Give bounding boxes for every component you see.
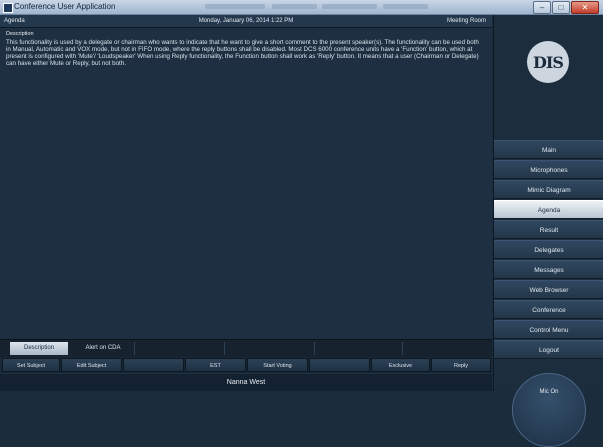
tab-empty	[134, 342, 225, 355]
window-titlebar: Conference User Application – □ ✕	[0, 0, 603, 15]
sidebar-item-control-menu[interactable]: Control Menu	[494, 320, 603, 339]
empty-button[interactable]	[309, 358, 370, 372]
start-voting-button[interactable]: Start Voting	[247, 358, 308, 372]
description-heading: Description	[6, 31, 34, 37]
description-text: This functionality is used by a delegate…	[6, 39, 479, 67]
exclusive-button[interactable]: Exclusive	[371, 358, 430, 372]
reply-button[interactable]: Reply	[431, 358, 491, 372]
blurred-tab	[272, 4, 317, 9]
blurred-tab	[383, 4, 428, 9]
sidebar-item-main[interactable]: Main	[494, 140, 603, 159]
logo-text: DIS	[533, 52, 564, 72]
tab-description[interactable]: Description	[10, 342, 68, 355]
minimize-icon[interactable]: –	[533, 1, 551, 14]
mic-on-button[interactable]: Mic On	[512, 373, 586, 447]
app-icon	[3, 3, 13, 13]
sidebar-item-delegates[interactable]: Delegates	[494, 240, 603, 259]
window-controls: – □ ✕	[533, 1, 599, 14]
user-name: Nanna West	[226, 379, 266, 386]
company-logo: DIS	[527, 41, 569, 83]
mic-label: Mic On	[539, 389, 559, 395]
blurred-tab	[205, 4, 265, 9]
sidebar-item-agenda[interactable]: Agenda	[494, 200, 603, 219]
sidebar-item-logout[interactable]: Logout	[494, 340, 603, 359]
page-header: Agenda Monday, January 06, 2014 1:22 PM …	[0, 15, 492, 28]
sidebar-item-conference[interactable]: Conference	[494, 300, 603, 319]
command-bar: Set Subject Edit Subject EST Start Votin…	[0, 357, 492, 373]
window-title: Conference User Application	[14, 2, 116, 11]
sidebar-menu: Main Microphones Mimic Diagram Agenda Re…	[494, 140, 603, 360]
sidebar: DIS Main Microphones Mimic Diagram Agend…	[493, 15, 603, 447]
sidebar-item-web-browser[interactable]: Web Browser	[494, 280, 603, 299]
main-panel	[0, 15, 492, 391]
empty-button[interactable]	[123, 358, 184, 372]
sidebar-item-mimic-diagram[interactable]: Mimic Diagram	[494, 180, 603, 199]
sidebar-item-messages[interactable]: Messages	[494, 260, 603, 279]
close-icon[interactable]: ✕	[571, 1, 599, 14]
tab-empty	[402, 342, 493, 355]
sidebar-item-result[interactable]: Result	[494, 220, 603, 239]
blurred-tab	[322, 4, 377, 9]
meeting-room: Meeting Room	[446, 18, 486, 24]
edit-subject-button[interactable]: Edit Subject	[61, 358, 122, 372]
tab-bar: Description Alert on CDA	[0, 339, 492, 357]
status-bar: Nanna West	[0, 374, 492, 391]
set-subject-button[interactable]: Set Subject	[2, 358, 60, 372]
date-time: Monday, January 06, 2014 1:22 PM	[198, 18, 294, 24]
sidebar-item-microphones[interactable]: Microphones	[494, 160, 603, 179]
maximize-icon[interactable]: □	[552, 1, 570, 14]
tab-empty	[224, 342, 315, 355]
tab-empty	[314, 342, 403, 355]
tab-alert-on-cda[interactable]: Alert on CDA	[72, 342, 134, 355]
est-button[interactable]: EST	[185, 358, 246, 372]
